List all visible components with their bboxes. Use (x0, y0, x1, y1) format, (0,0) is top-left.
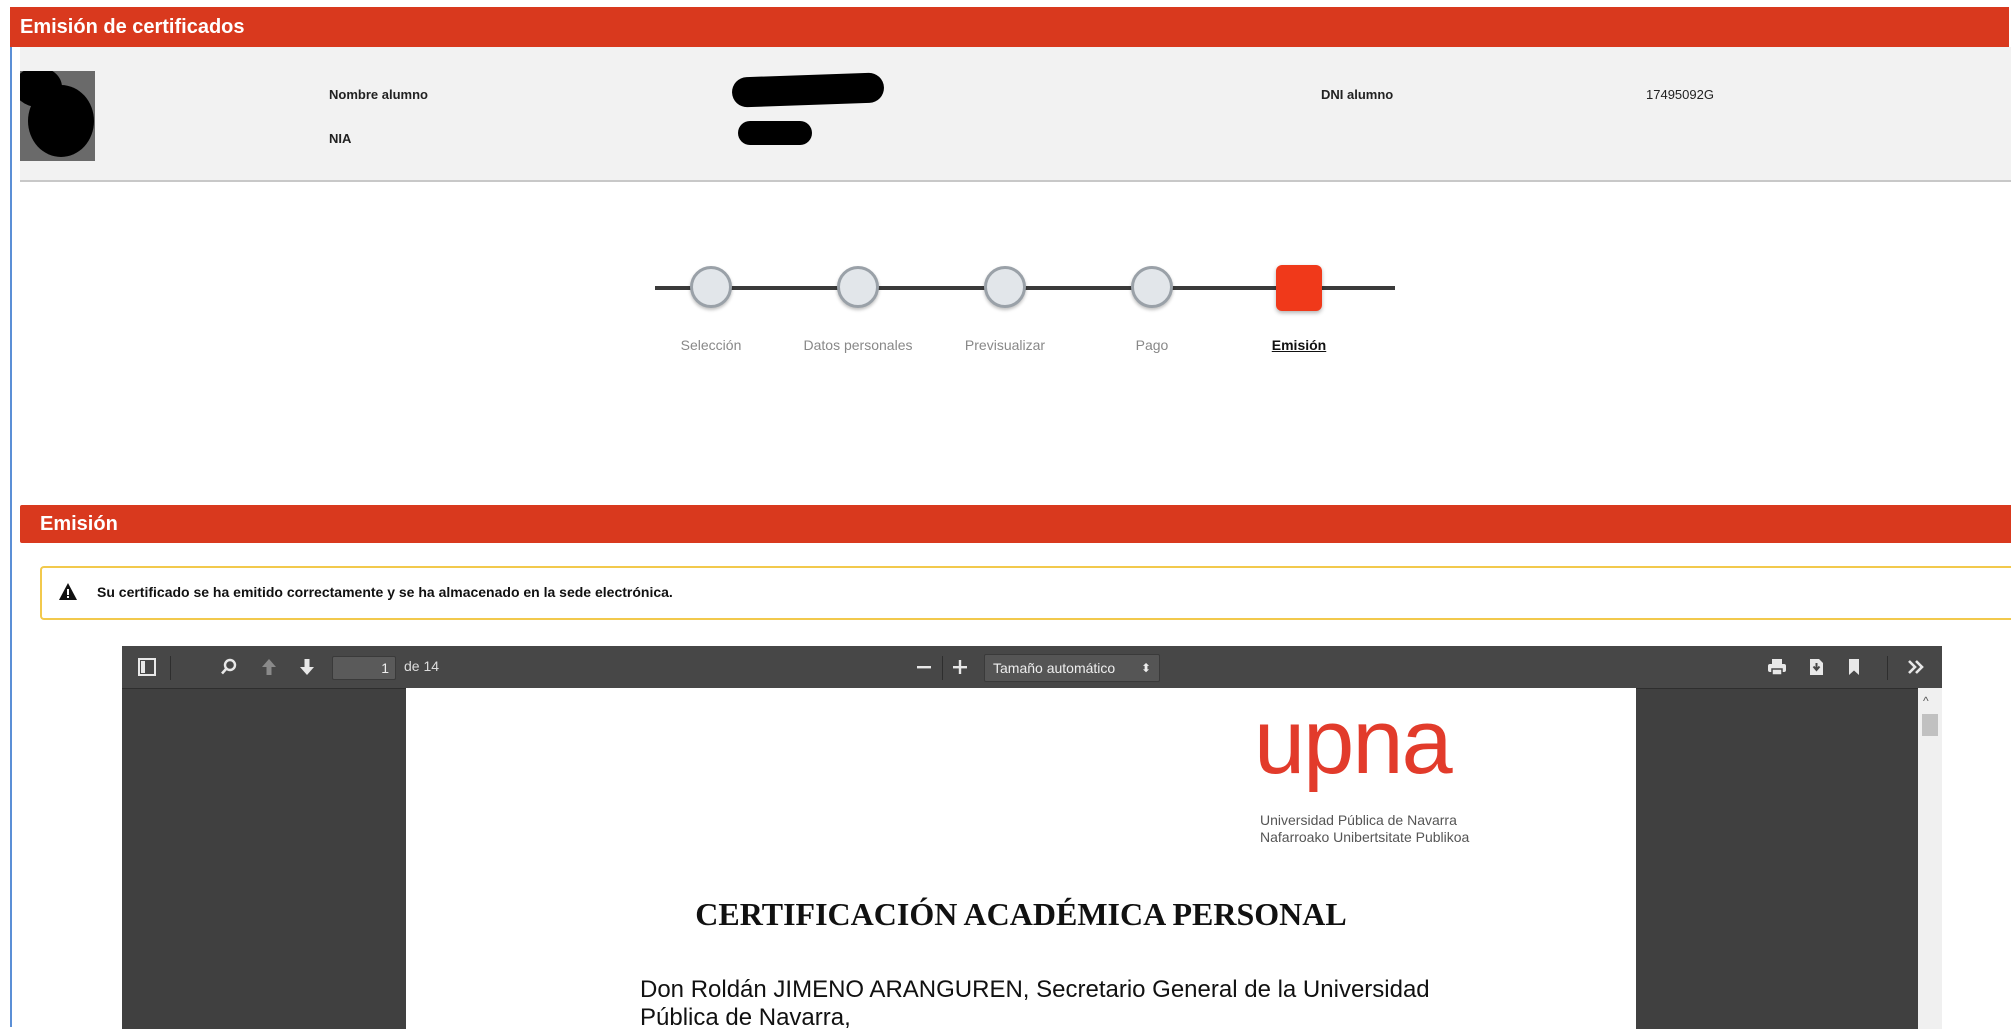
tools-icon[interactable] (1906, 658, 1926, 676)
vertical-scrollbar[interactable]: ^ (1918, 688, 1942, 1029)
step-pago-node[interactable] (1131, 266, 1173, 308)
step-previsualizar-node[interactable] (984, 266, 1026, 308)
nia-label: NIA (329, 131, 352, 146)
step-datos-personales-label[interactable]: Datos personales (804, 337, 913, 353)
next-page-icon[interactable] (298, 658, 316, 676)
toolbar-separator (1887, 656, 1888, 680)
toolbar-separator (170, 656, 171, 680)
bookmark-icon[interactable] (1847, 658, 1861, 676)
section-header: Emisión (20, 505, 2011, 543)
pdf-page: upna Universidad Pública de Navarra Nafa… (406, 688, 1636, 1032)
page-header: Emisión de certificados (10, 7, 2009, 47)
dni-value: 17495092G (1646, 87, 1714, 102)
warning-icon (59, 583, 77, 600)
student-name-redacted (731, 72, 885, 108)
page-total: de 14 (404, 658, 440, 674)
toolbar-separator (942, 656, 943, 680)
upna-logo-line2: Nafarroako Unibertsitate Publikoa (1260, 829, 1470, 845)
upna-logo-line1: Universidad Pública de Navarra (1260, 812, 1457, 828)
page-title: Emisión de certificados (20, 16, 245, 38)
document-body: Don Roldán JIMENO ARANGUREN, Secretario … (640, 976, 1460, 1032)
document-body-line1: Don Roldán JIMENO ARANGUREN, Secretario … (640, 976, 1430, 1003)
zoom-out-icon[interactable] (915, 658, 933, 676)
student-name-label: Nombre alumno (329, 87, 428, 102)
zoom-in-icon[interactable] (951, 658, 969, 676)
step-pago-label[interactable]: Pago (1136, 337, 1169, 353)
step-datos-personales-node[interactable] (837, 266, 879, 308)
select-arrows-icon: ⬍ (1140, 661, 1151, 675)
previous-page-icon[interactable] (260, 658, 278, 676)
step-seleccion-node[interactable] (690, 266, 732, 308)
document-title: CERTIFICACIÓN ACADÉMICA PERSONAL (695, 896, 1347, 932)
step-previsualizar-label[interactable]: Previsualizar (965, 337, 1045, 353)
success-alert: Su certificado se ha emitido correctamen… (40, 566, 2011, 620)
document-body-line2: Pública de Navarra, (640, 1004, 851, 1031)
print-icon[interactable] (1767, 658, 1787, 676)
pdf-toolbar: 1 de 14 Tamaño automático ⬍ (122, 646, 1942, 689)
student-info-panel: Nombre alumno NIA DNI alumno 17495092G (20, 47, 2011, 182)
nia-redacted (738, 121, 812, 145)
upna-logo-mark: upna (1254, 691, 1453, 793)
avatar (20, 71, 95, 161)
scroll-up-icon[interactable]: ^ (1923, 694, 1929, 708)
zoom-select[interactable]: Tamaño automático ⬍ (984, 654, 1160, 682)
zoom-select-value: Tamaño automático (993, 660, 1116, 676)
step-emision-label[interactable]: Emisión (1272, 337, 1326, 353)
download-icon[interactable] (1807, 658, 1825, 676)
step-emision-node[interactable] (1276, 265, 1322, 311)
pdf-viewer: 1 de 14 Tamaño automático ⬍ upna Univers… (122, 646, 1942, 1032)
section-title: Emisión (40, 513, 118, 535)
page-number-input[interactable]: 1 (332, 656, 396, 680)
step-seleccion-label[interactable]: Selección (681, 337, 742, 353)
scrollbar-thumb[interactable] (1922, 714, 1938, 736)
search-icon[interactable] (220, 658, 238, 676)
alert-message: Su certificado se ha emitido correctamen… (97, 584, 673, 600)
progress-stepper: Selección Datos personales Previsualizar… (655, 262, 1395, 362)
dni-label: DNI alumno (1321, 87, 1394, 102)
sidebar-toggle-icon[interactable] (138, 658, 156, 676)
